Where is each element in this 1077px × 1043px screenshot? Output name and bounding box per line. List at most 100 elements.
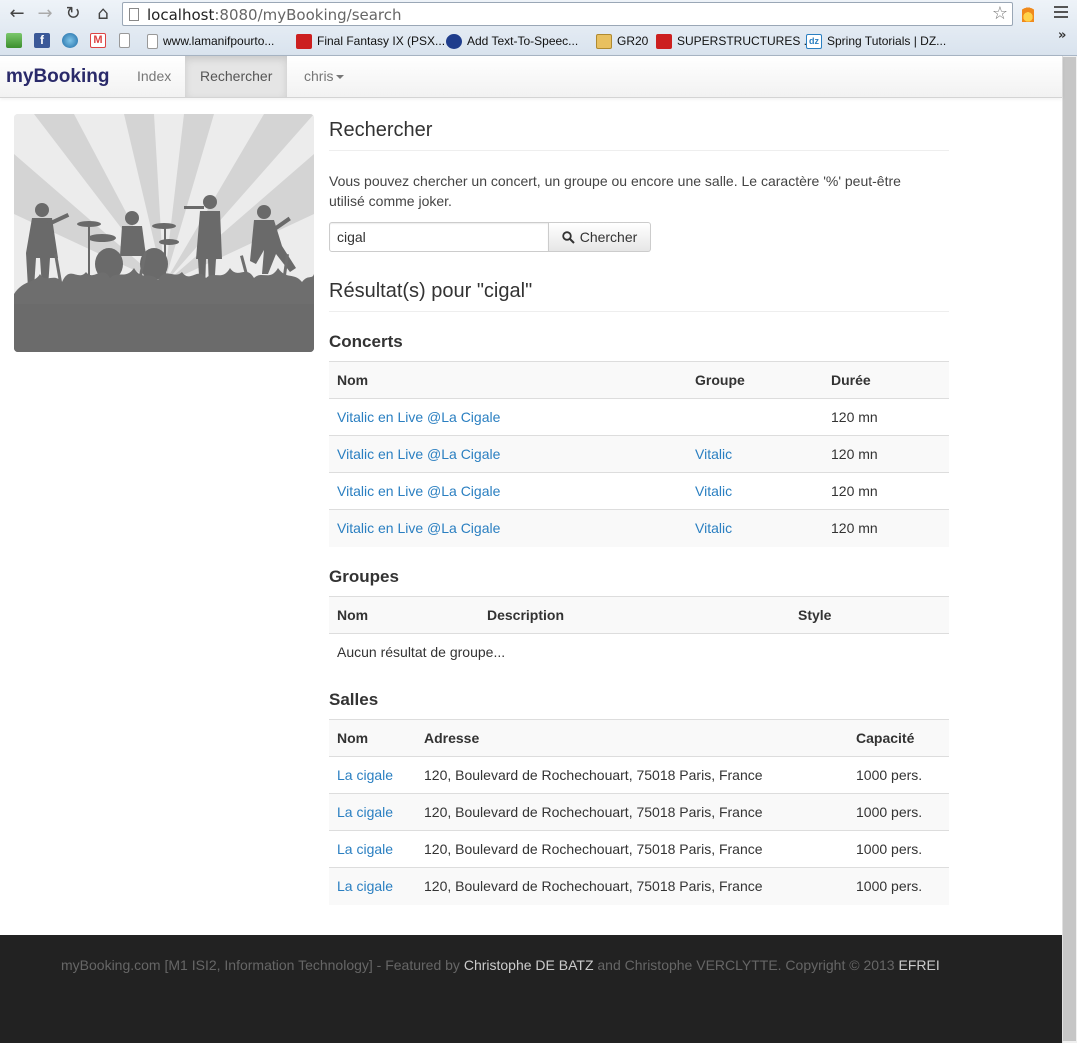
bookmark-star-icon[interactable]: ☆ bbox=[992, 3, 1008, 24]
concerts-table: Nom Groupe Durée Vitalic en Live @La Cig… bbox=[329, 361, 949, 547]
apps-icon[interactable] bbox=[6, 33, 22, 48]
address-cell: 120, Boulevard de Rochechouart, 75018 Pa… bbox=[416, 756, 848, 794]
bookmark-item[interactable]: Add Text-To-Speec... bbox=[446, 33, 578, 49]
page-icon bbox=[129, 8, 139, 21]
concerts-heading: Concerts bbox=[329, 332, 403, 351]
group-link[interactable]: Vitalic bbox=[695, 483, 732, 499]
column-header: Groupe bbox=[687, 361, 823, 399]
page-footer: myBooking.com [M1 ISI2, Information Tech… bbox=[0, 935, 1062, 1043]
venues-heading: Salles bbox=[329, 690, 379, 709]
groups-table: Nom Description Style Aucun résultat de … bbox=[329, 595, 949, 670]
bookmark-item[interactable]: GR20 bbox=[596, 33, 648, 49]
gmail-icon[interactable]: M bbox=[90, 33, 106, 48]
table-row: Vitalic en Live @La Cigale Vitalic 120 m… bbox=[329, 472, 949, 510]
address-bar[interactable]: localhost:8080/myBooking/search ☆ bbox=[122, 2, 1013, 26]
capacity-cell: 1000 pers. bbox=[848, 756, 949, 794]
duration-cell: 120 mn bbox=[823, 472, 949, 510]
page-title: Rechercher bbox=[329, 120, 949, 151]
bookmarks-overflow-icon[interactable]: » bbox=[1058, 28, 1066, 43]
top-navbar: myBooking Index Rechercher chris bbox=[0, 56, 1062, 98]
group-link[interactable]: Vitalic bbox=[695, 446, 732, 462]
nav-item-user-dropdown[interactable]: chris bbox=[289, 56, 359, 97]
facebook-icon[interactable]: f bbox=[34, 33, 50, 48]
venues-table: Nom Adresse Capacité La cigale 120, Boul… bbox=[329, 719, 949, 905]
bookmark-item[interactable]: Final Fantasy IX (PSX... bbox=[296, 33, 445, 49]
youtube-icon bbox=[656, 33, 672, 49]
duration-cell: 120 mn bbox=[823, 435, 949, 473]
extension-flame-icon[interactable] bbox=[1022, 5, 1034, 22]
table-row: Vitalic en Live @La Cigale Vitalic 120 m… bbox=[329, 435, 949, 473]
column-header: Nom bbox=[329, 361, 687, 399]
page-icon bbox=[147, 33, 158, 49]
dzone-icon: dz bbox=[806, 33, 822, 49]
venue-link[interactable]: La cigale bbox=[337, 878, 393, 894]
capacity-cell: 1000 pers. bbox=[848, 867, 949, 905]
venue-link[interactable]: La cigale bbox=[337, 841, 393, 857]
venue-link[interactable]: La cigale bbox=[337, 767, 393, 783]
results-title: Résultat(s) pour "cigal" bbox=[329, 280, 949, 312]
bookmark-item[interactable]: www.lamanifpourto... bbox=[147, 33, 274, 49]
search-form: Chercher bbox=[329, 222, 949, 252]
bookmarks-bar: f M www.lamanifpourto... Final Fantasy I… bbox=[0, 28, 1077, 55]
brand-logo[interactable]: myBooking bbox=[6, 66, 109, 88]
table-row: La cigale 120, Boulevard de Rochechouart… bbox=[329, 793, 949, 831]
search-icon bbox=[562, 230, 575, 244]
nav-item-index[interactable]: Index bbox=[122, 56, 186, 97]
search-input[interactable] bbox=[329, 222, 549, 252]
column-header: Durée bbox=[823, 361, 949, 399]
column-header: Description bbox=[479, 595, 790, 634]
column-header: Nom bbox=[329, 595, 479, 634]
nav-item-rechercher[interactable]: Rechercher bbox=[185, 56, 288, 97]
venue-link[interactable]: La cigale bbox=[337, 804, 393, 820]
empty-message: Aucun résultat de groupe... bbox=[329, 633, 949, 670]
search-button[interactable]: Chercher bbox=[549, 222, 651, 252]
address-cell: 120, Boulevard de Rochechouart, 75018 Pa… bbox=[416, 867, 848, 905]
concert-link[interactable]: Vitalic en Live @La Cigale bbox=[337, 483, 500, 499]
concert-illustration bbox=[14, 114, 314, 352]
concert-link[interactable]: Vitalic en Live @La Cigale bbox=[337, 409, 500, 425]
capacity-cell: 1000 pers. bbox=[848, 793, 949, 831]
user-name: chris bbox=[304, 68, 334, 84]
table-row: Vitalic en Live @La Cigale Vitalic 120 m… bbox=[329, 509, 949, 547]
concert-link[interactable]: Vitalic en Live @La Cigale bbox=[337, 520, 500, 536]
reload-icon[interactable]: ↻ bbox=[62, 3, 84, 25]
concert-link[interactable]: Vitalic en Live @La Cigale bbox=[337, 446, 500, 462]
caret-down-icon bbox=[335, 75, 344, 80]
bookmark-item[interactable]: dz Spring Tutorials | DZ... bbox=[806, 33, 946, 49]
column-header: Style bbox=[790, 595, 949, 634]
capacity-cell: 1000 pers. bbox=[848, 830, 949, 868]
org-name: EFREI bbox=[898, 957, 940, 973]
search-button-label: Chercher bbox=[579, 229, 638, 245]
column-header: Adresse bbox=[416, 719, 848, 757]
search-instructions: Vous pouvez chercher un concert, un grou… bbox=[329, 173, 901, 209]
scrollbar-thumb[interactable] bbox=[1063, 57, 1076, 1041]
duration-cell: 120 mn bbox=[823, 398, 949, 436]
table-row: Aucun résultat de groupe... bbox=[329, 633, 949, 670]
bookmark-item[interactable]: SUPERSTRUCTURES ... bbox=[656, 33, 814, 49]
duration-cell: 120 mn bbox=[823, 509, 949, 547]
footer-text: myBooking.com [M1 ISI2, Information Tech… bbox=[61, 957, 940, 973]
globe-icon[interactable] bbox=[62, 33, 78, 48]
author-name: Christophe DE BATZ bbox=[463, 957, 594, 973]
column-header: Nom bbox=[329, 719, 416, 757]
table-row: La cigale 120, Boulevard de Rochechouart… bbox=[329, 830, 949, 868]
home-icon[interactable]: ⌂ bbox=[92, 3, 114, 25]
speech-icon bbox=[446, 33, 462, 49]
folder-icon bbox=[596, 33, 612, 49]
groups-heading: Groupes bbox=[329, 566, 399, 586]
forward-arrow-icon[interactable]: → bbox=[34, 3, 56, 25]
page-bookmark-icon[interactable] bbox=[119, 33, 130, 48]
chrome-menu-icon[interactable] bbox=[1054, 6, 1068, 20]
table-row: Vitalic en Live @La Cigale 120 mn bbox=[329, 398, 949, 436]
main-content: Rechercher Vous pouvez chercher un conce… bbox=[329, 110, 949, 905]
column-header: Capacité bbox=[848, 719, 949, 757]
table-row: La cigale 120, Boulevard de Rochechouart… bbox=[329, 867, 949, 905]
group-link[interactable]: Vitalic bbox=[695, 520, 732, 536]
back-arrow-icon[interactable]: ← bbox=[6, 3, 28, 25]
address-cell: 120, Boulevard de Rochechouart, 75018 Pa… bbox=[416, 793, 848, 831]
table-row: La cigale 120, Boulevard de Rochechouart… bbox=[329, 756, 949, 794]
youtube-icon bbox=[296, 33, 312, 49]
browser-toolbar: ← → ↻ ⌂ localhost:8080/myBooking/search … bbox=[0, 0, 1077, 56]
url-text: localhost:8080/myBooking/search bbox=[147, 6, 402, 24]
address-cell: 120, Boulevard de Rochechouart, 75018 Pa… bbox=[416, 830, 848, 868]
